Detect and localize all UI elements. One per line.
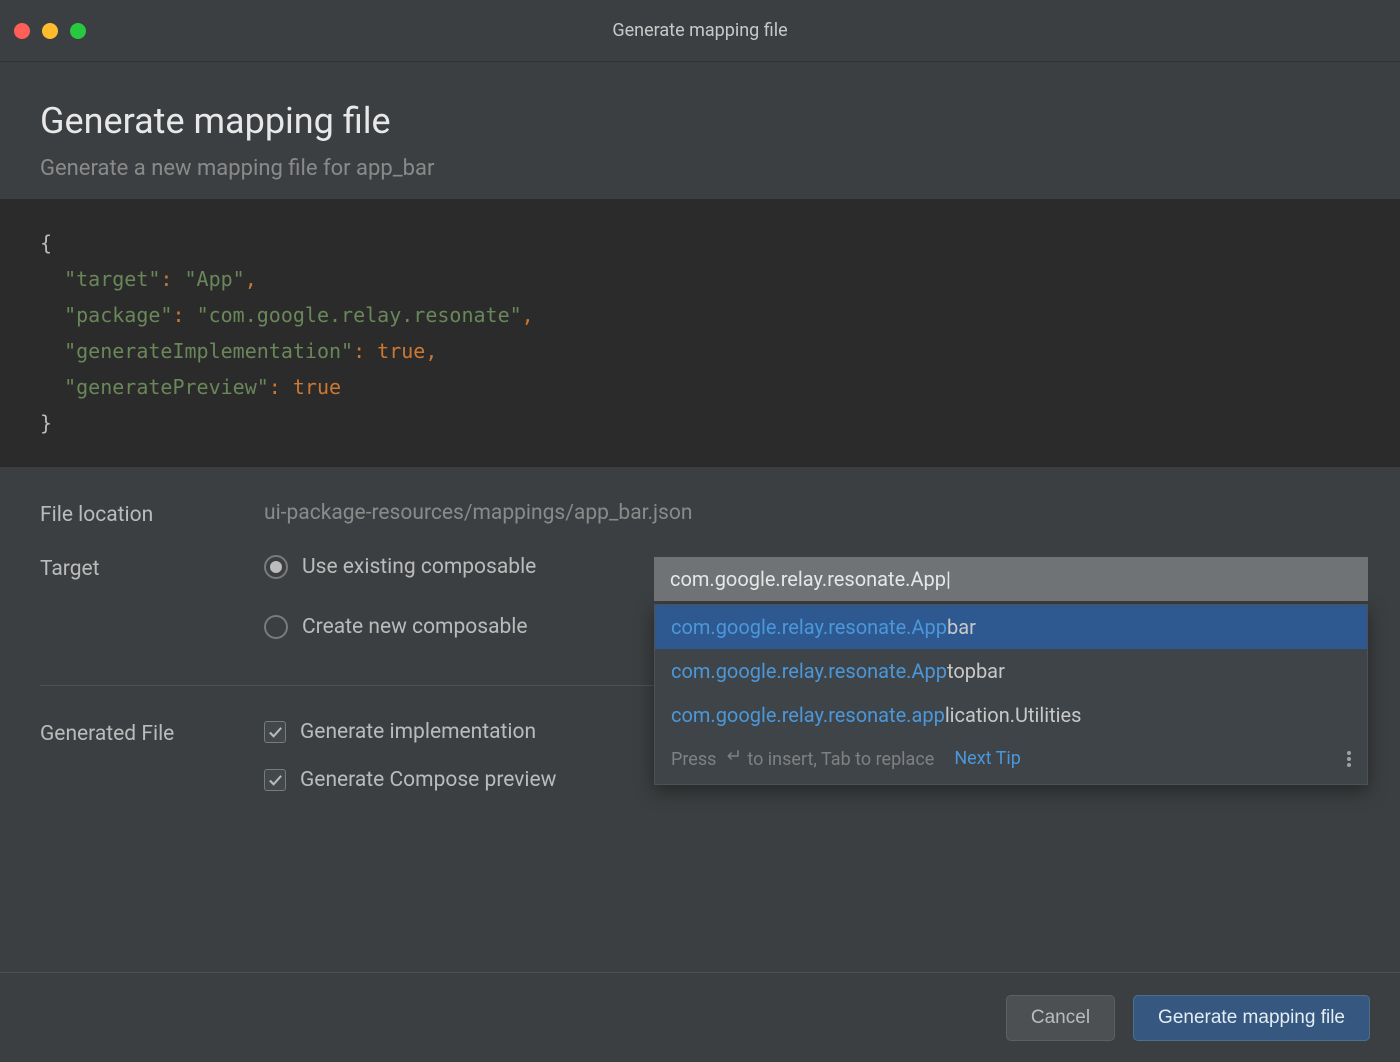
radio-create-new[interactable]: Create new composable: [264, 615, 536, 639]
checkbox-icon: [264, 721, 286, 743]
cancel-button[interactable]: Cancel: [1006, 995, 1115, 1041]
radio-use-existing-label: Use existing composable: [302, 555, 536, 579]
target-radio-group: Use existing composable Create new compo…: [264, 555, 536, 639]
generate-mapping-file-button[interactable]: Generate mapping file: [1133, 995, 1370, 1041]
checkbox-generate-implementation[interactable]: Generate implementation: [264, 720, 556, 744]
dialog-header: Generate mapping file Generate a new map…: [0, 62, 1400, 199]
autocomplete-item[interactable]: com.google.relay.resonate.Apptopbar: [655, 649, 1367, 693]
close-icon[interactable]: [14, 23, 30, 39]
autocomplete-item-rest: bar: [947, 615, 976, 639]
row-file-location: File location ui-package-resources/mappi…: [40, 501, 1360, 527]
kebab-menu-icon[interactable]: [1347, 751, 1351, 767]
page-title: Generate mapping file: [40, 100, 1360, 142]
file-location-value: ui-package-resources/mappings/app_bar.js…: [264, 501, 692, 525]
page-subtitle: Generate a new mapping file for app_bar: [40, 156, 1360, 181]
code-val-package: "com.google.relay.resonate": [197, 303, 522, 327]
target-input[interactable]: [654, 557, 1368, 601]
traffic-lights: [14, 23, 86, 39]
autocomplete-popup: com.google.relay.resonate.Appbar com.goo…: [654, 604, 1368, 785]
radio-icon: [264, 555, 288, 579]
dialog-footer: Cancel Generate mapping file: [0, 972, 1400, 1062]
dialog-content: Generate mapping file Generate a new map…: [0, 62, 1400, 1062]
code-key-target: "target": [64, 267, 160, 291]
radio-icon: [264, 615, 288, 639]
code-key-genprev: "generatePreview": [64, 375, 269, 399]
checkbox-icon: [264, 769, 286, 791]
target-label: Target: [40, 555, 264, 581]
autocomplete-item[interactable]: com.google.relay.resonate.application.Ut…: [655, 693, 1367, 737]
code-key-package: "package": [64, 303, 172, 327]
file-location-label: File location: [40, 501, 264, 527]
return-key-icon: [723, 747, 741, 765]
autocomplete-item-rest: lication.Utilities: [945, 703, 1082, 727]
maximize-icon[interactable]: [70, 23, 86, 39]
autocomplete-hint-b: to insert, Tab to replace: [747, 749, 934, 770]
autocomplete-footer: Press to insert, Tab to replace Next Tip: [655, 737, 1367, 784]
target-input-area: com.google.relay.resonate.Appbar com.goo…: [654, 557, 1368, 785]
autocomplete-hint-a: Press: [671, 749, 721, 770]
generated-file-checkbox-group: Generate implementation Generate Compose…: [264, 720, 556, 792]
title-bar: Generate mapping file: [0, 0, 1400, 62]
code-val-genprev: true: [293, 375, 341, 399]
dialog-window: Generate mapping file Generate mapping f…: [0, 0, 1400, 1062]
next-tip-link[interactable]: Next Tip: [954, 748, 1021, 769]
minimize-icon[interactable]: [42, 23, 58, 39]
checkbox-generate-implementation-label: Generate implementation: [300, 720, 536, 744]
autocomplete-item-match: com.google.relay.resonate.App: [671, 615, 947, 639]
window-title: Generate mapping file: [612, 20, 787, 41]
autocomplete-item-match: com.google.relay.resonate.app: [671, 703, 945, 727]
autocomplete-item-match: com.google.relay.resonate.App: [671, 659, 947, 683]
radio-use-existing[interactable]: Use existing composable: [264, 555, 536, 579]
autocomplete-item[interactable]: com.google.relay.resonate.Appbar: [655, 605, 1367, 649]
json-preview: { "target": "App", "package": "com.googl…: [0, 199, 1400, 467]
form-area: File location ui-package-resources/mappi…: [0, 467, 1400, 972]
checkbox-generate-preview-label: Generate Compose preview: [300, 768, 556, 792]
code-val-target: "App": [185, 267, 245, 291]
checkbox-generate-preview[interactable]: Generate Compose preview: [264, 768, 556, 792]
code-val-genimpl: true: [377, 339, 425, 363]
autocomplete-item-rest: topbar: [947, 659, 1005, 683]
generated-file-label: Generated File: [40, 720, 264, 746]
code-key-genimpl: "generateImplementation": [64, 339, 353, 363]
radio-create-new-label: Create new composable: [302, 615, 528, 639]
